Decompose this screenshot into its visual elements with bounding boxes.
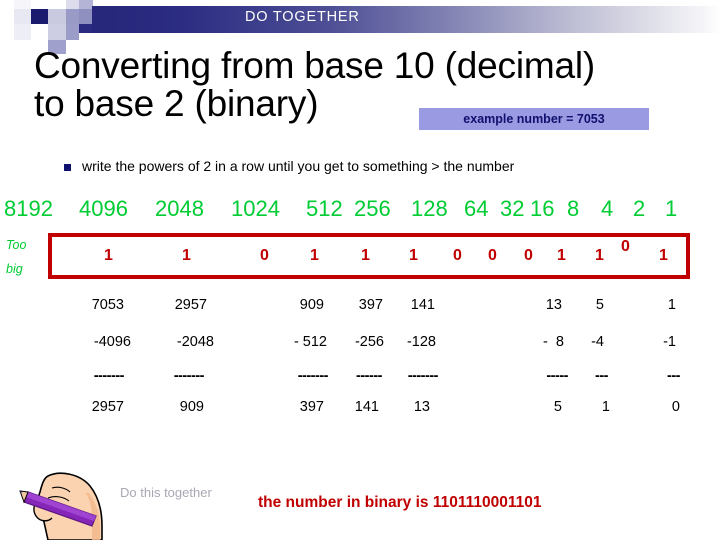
calc-cell-subtract-1: -2048 [176, 334, 214, 350]
binary-digit-2: 0 [260, 247, 269, 264]
binary-digit-1: 1 [182, 247, 191, 264]
calc-cell-divider-dashes-3: ------ [356, 368, 382, 384]
power-of-two-64: 64 [464, 196, 489, 221]
calc-cell-divider-dashes-0: ------- [93, 368, 125, 384]
decorative-square-16 [0, 0, 14, 54]
decorative-square-3 [66, 0, 79, 9]
calc-cell-results-2: 397 [299, 399, 324, 415]
power-of-two-1: 1 [665, 196, 678, 221]
calc-row-subtract: -4096 -2048 - 512 -256 -128 - 8 -4 -1 [0, 334, 720, 360]
banner-gradient-bar [92, 6, 720, 33]
power-of-two-8: 8 [567, 196, 580, 221]
instruction-text: write the powers of 2 in a row until you… [82, 158, 515, 174]
calc-cell-subtract-3: -256 [354, 334, 384, 350]
calc-cell-remainders-3: 397 [358, 297, 383, 313]
decorative-square-6 [48, 9, 66, 24]
header-banner: DO TOGETHER [0, 0, 720, 54]
binary-answer-text: the number in binary is 1101110001101 [258, 494, 542, 511]
banner-title: DO TOGETHER [245, 9, 360, 25]
calc-cell-divider-dashes-2: ------- [297, 368, 329, 384]
calc-cell-remainders-6: 13 [545, 297, 562, 313]
decorative-square-15 [14, 0, 31, 9]
powers-of-two-row: 8192 4096 2048 1024 512 256 128 64 32 16 8 4 2 1 [0, 196, 720, 226]
calc-cell-remainders-2: 909 [299, 297, 324, 313]
calc-cell-divider-dashes-6: --- [595, 368, 609, 384]
page-title-line1: Converting from base 10 (decimal) [34, 45, 595, 86]
calc-cell-subtract-0: -4096 [93, 334, 131, 350]
binary-digit-7: 0 [488, 247, 497, 264]
calc-cell-subtract-4: -128 [406, 334, 436, 350]
power-of-two-4: 4 [601, 196, 614, 221]
binary-digit-10: 1 [595, 247, 604, 264]
binary-digit-4: 1 [361, 247, 370, 264]
decorative-square-8 [79, 0, 93, 9]
decorative-square-2 [48, 0, 66, 9]
power-of-two-1024: 1024 [231, 196, 280, 221]
calc-cell-divider-dashes-4: ------- [407, 368, 439, 384]
decorative-square-9 [79, 9, 93, 24]
decorative-square-4 [14, 24, 31, 40]
calc-cell-remainders-0: 7053 [91, 297, 124, 313]
decorative-square-5 [31, 9, 48, 24]
power-of-two-512: 512 [306, 196, 343, 221]
binary-digit-9: 1 [557, 247, 566, 264]
calc-cell-subtract-6: -4 [591, 334, 604, 350]
calc-cell-subtract-2: - 512 [293, 334, 327, 350]
binary-digit-12: 1 [659, 247, 668, 264]
power-of-two-32: 32 [500, 196, 525, 221]
binary-digit-0: 1 [104, 247, 113, 264]
power-of-two-2048: 2048 [155, 196, 204, 221]
decorative-square-7 [66, 9, 79, 24]
calc-cell-results-1: 909 [179, 399, 204, 415]
calc-cell-results-6: 1 [601, 399, 610, 415]
decorative-square-1 [31, 0, 48, 9]
power-of-two-8192: 8192 [4, 196, 53, 221]
calc-row-results: 2957 909 397 141 13 5 1 0 [0, 399, 720, 425]
calc-cell-divider-dashes-5: ----- [546, 368, 568, 384]
calc-row-remainders: 7053 2957 909 397 141 13 5 1 [0, 297, 720, 323]
calc-cell-results-7: 0 [671, 399, 680, 415]
power-of-two-4096: 4096 [79, 196, 128, 221]
calc-cell-divider-dashes-7: --- [667, 368, 681, 384]
calc-cell-subtract-5: - 8 [543, 334, 564, 350]
binary-digits-row: 1101110001101 [0, 233, 720, 279]
calc-cell-remainders-1: 2957 [174, 297, 207, 313]
decorative-square-13 [79, 24, 93, 33]
calc-cell-results-3: 141 [354, 399, 379, 415]
instruction-bullet-row: write the powers of 2 in a row until you… [64, 158, 704, 178]
calc-cell-results-4: 13 [413, 399, 430, 415]
calc-cell-results-5: 5 [553, 399, 562, 415]
power-of-two-256: 256 [354, 196, 391, 221]
binary-digit-8: 0 [524, 247, 533, 264]
calc-row-divider-dashes: ------- ------- ------- ------ ------- ----- -… [0, 368, 720, 394]
decorative-square-0 [14, 9, 31, 24]
decorative-square-11 [48, 24, 66, 40]
binary-digit-3: 1 [310, 247, 319, 264]
hand-with-pencil-icon [18, 468, 118, 541]
do-this-together-label: Do this together [120, 485, 212, 500]
square-bullet-icon [64, 164, 71, 171]
power-of-two-128: 128 [411, 196, 448, 221]
binary-digit-5: 1 [409, 247, 418, 264]
decorative-square-12 [66, 24, 79, 40]
decorative-square-10 [31, 24, 48, 40]
calc-cell-results-0: 2957 [91, 399, 124, 415]
power-of-two-16: 16 [530, 196, 555, 221]
calc-cell-remainders-7: 5 [595, 297, 604, 313]
example-number-badge: example number = 7053 [419, 108, 649, 130]
calc-cell-divider-dashes-1: ------- [173, 368, 205, 384]
power-of-two-2: 2 [633, 196, 646, 221]
calc-cell-remainders-5: 141 [410, 297, 435, 313]
calc-cell-subtract-7: -1 [663, 334, 676, 350]
binary-digit-6: 0 [453, 247, 462, 264]
calc-cell-remainders-8: 1 [667, 297, 676, 313]
binary-digit-11: 0 [621, 238, 630, 255]
